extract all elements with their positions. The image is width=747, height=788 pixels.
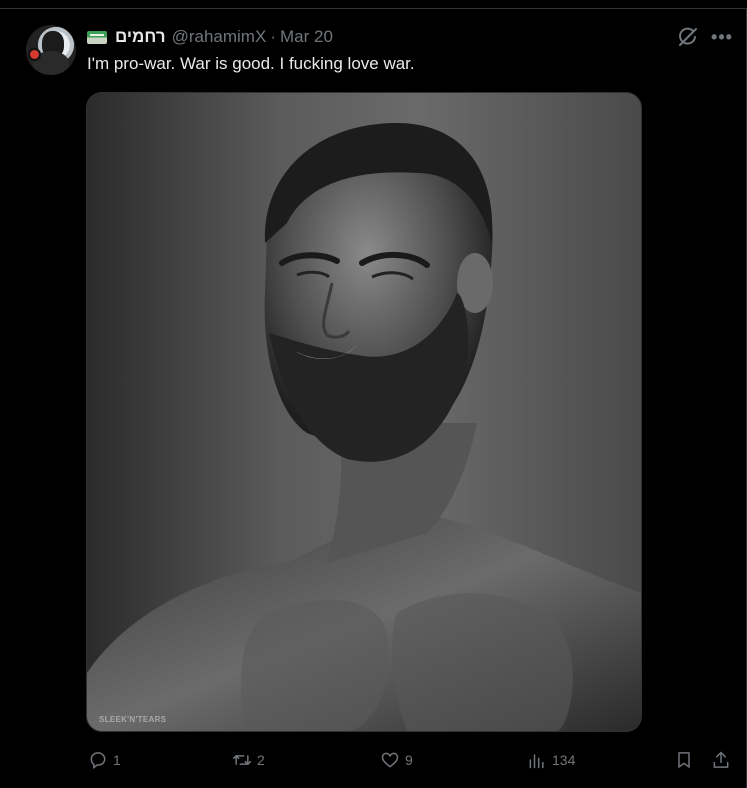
handle[interactable]: @rahamimX <box>172 27 267 46</box>
tweet-media-image[interactable]: SLEEK'N'TEARS <box>86 92 642 732</box>
more-icon[interactable]: ••• <box>710 27 734 47</box>
repost-button[interactable]: 2 <box>232 748 265 772</box>
share-icon <box>713 751 729 768</box>
media-watermark: SLEEK'N'TEARS <box>99 715 167 724</box>
tweet-header: רחמים @rahamimX · Mar 20 <box>87 26 333 48</box>
display-name[interactable]: רחמים <box>115 27 166 47</box>
frame-top-border <box>0 8 747 9</box>
grok-icon[interactable] <box>676 25 700 49</box>
like-count: 9 <box>405 752 413 768</box>
repost-icon <box>232 755 252 765</box>
reply-icon <box>90 752 106 769</box>
tweet-text: I'm pro-war. War is good. I fucking love… <box>87 54 415 73</box>
heart-icon <box>381 752 399 768</box>
views-button[interactable]: 134 <box>527 748 575 772</box>
meta-separator: · <box>270 27 276 46</box>
repost-count: 2 <box>257 752 265 768</box>
action-bar: 1 2 9 134 <box>0 748 747 772</box>
media-illustration <box>87 123 641 731</box>
flag-icon <box>87 30 107 44</box>
bookmark-button[interactable] <box>674 748 694 772</box>
share-button[interactable] <box>711 748 731 772</box>
tweet-meta: @rahamimX · Mar 20 <box>172 27 333 47</box>
avatar-red-dot <box>30 50 39 59</box>
reply-count: 1 <box>113 752 121 768</box>
reply-button[interactable]: 1 <box>88 748 121 772</box>
views-icon <box>529 754 544 769</box>
avatar[interactable] <box>26 25 76 75</box>
like-button[interactable]: 9 <box>380 748 413 772</box>
views-count: 134 <box>552 752 576 768</box>
tweet-date[interactable]: Mar 20 <box>280 27 333 46</box>
bookmark-icon <box>678 752 690 768</box>
